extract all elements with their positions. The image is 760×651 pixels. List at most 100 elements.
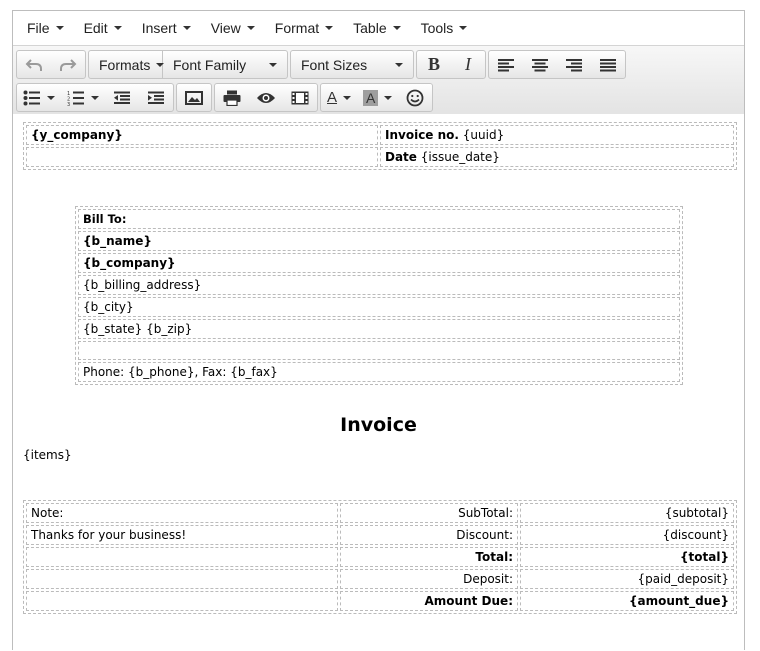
table-row bbox=[78, 341, 680, 360]
menu-label: Format bbox=[274, 20, 320, 36]
b-billing-address-cell[interactable]: {b_billing_address} bbox=[78, 275, 680, 295]
total-value-cell[interactable]: {total} bbox=[520, 547, 734, 567]
subtotal-label-cell[interactable]: SubTotal: bbox=[340, 503, 518, 523]
chevron-down-icon bbox=[47, 95, 55, 100]
text-color-button[interactable]: A bbox=[321, 84, 357, 111]
empty-cell[interactable] bbox=[78, 341, 680, 360]
align-left-button[interactable] bbox=[489, 51, 523, 78]
font-family-dropdown[interactable]: Font Family bbox=[163, 51, 287, 78]
italic-button[interactable]: I bbox=[451, 51, 485, 78]
undo-button[interactable] bbox=[17, 51, 51, 78]
date-cell[interactable]: Date {issue_date} bbox=[380, 147, 734, 167]
chevron-down-icon bbox=[113, 26, 122, 30]
menu-format[interactable]: Format bbox=[265, 13, 343, 43]
discount-label-cell[interactable]: Discount: bbox=[340, 525, 518, 545]
company-cell[interactable]: {y_company} bbox=[26, 125, 378, 145]
bold-button[interactable]: B bbox=[417, 51, 451, 78]
menu-label: Edit bbox=[83, 20, 108, 36]
deposit-value-cell[interactable]: {paid_deposit} bbox=[520, 569, 734, 589]
text-color-icon: A bbox=[327, 88, 338, 106]
outdent-button[interactable] bbox=[105, 84, 139, 111]
list-group: 123 bbox=[16, 83, 174, 112]
menu-tools[interactable]: Tools bbox=[411, 13, 478, 43]
redo-button[interactable] bbox=[51, 51, 85, 78]
phone-fax-cell[interactable]: Phone: {b_phone}, Fax: {b_fax} bbox=[78, 362, 680, 382]
editor-content[interactable]: {y_company} Invoice no. {uuid} Date {iss… bbox=[13, 114, 744, 651]
align-justify-button[interactable] bbox=[591, 51, 625, 78]
menu-view[interactable]: View bbox=[201, 13, 265, 43]
chevron-down-icon bbox=[325, 26, 334, 30]
total-label-cell[interactable]: Total: bbox=[340, 547, 518, 567]
empty-cell[interactable] bbox=[26, 569, 338, 589]
subtotal-value-cell[interactable]: {subtotal} bbox=[520, 503, 734, 523]
preview-button[interactable] bbox=[249, 84, 283, 111]
table-row: {b_state} {b_zip} bbox=[78, 319, 680, 339]
b-company-cell[interactable]: {b_company} bbox=[78, 253, 680, 273]
deposit-label-cell[interactable]: Deposit: bbox=[340, 569, 518, 589]
menu-label: File bbox=[27, 20, 50, 36]
toolbar-row-2: 123 A A bbox=[16, 81, 741, 114]
smiley-icon bbox=[406, 89, 424, 106]
text-color-glyph: A bbox=[327, 88, 338, 106]
table-row: Deposit: {paid_deposit} bbox=[26, 569, 734, 589]
formats-dropdown[interactable]: Formats bbox=[89, 51, 165, 78]
image-icon bbox=[185, 90, 203, 105]
date-value: {issue_date} bbox=[416, 150, 500, 164]
menu-insert[interactable]: Insert bbox=[132, 13, 201, 43]
font-sizes-dropdown[interactable]: Font Sizes bbox=[291, 51, 413, 78]
film-icon bbox=[291, 91, 309, 104]
font-group: Formats Font Family bbox=[88, 50, 288, 79]
menu-edit[interactable]: Edit bbox=[74, 13, 132, 43]
undo-icon bbox=[25, 58, 42, 71]
toolbar-row-1: Formats Font Family Font Sizes B I bbox=[16, 48, 741, 81]
bullet-list-button[interactable] bbox=[17, 84, 61, 111]
amount-due-value-cell[interactable]: {amount_due} bbox=[520, 591, 734, 611]
emoticons-button[interactable] bbox=[398, 84, 432, 111]
bill-to-cell[interactable]: Bill To: bbox=[78, 209, 680, 229]
date-label: Date bbox=[385, 150, 417, 164]
discount-value-cell[interactable]: {discount} bbox=[520, 525, 734, 545]
table-row: Phone: {b_phone}, Fax: {b_fax} bbox=[78, 362, 680, 382]
invoice-no-cell[interactable]: Invoice no. {uuid} bbox=[380, 125, 734, 145]
header-table: {y_company} Invoice no. {uuid} Date {iss… bbox=[23, 122, 737, 170]
table-row: Bill To: bbox=[78, 209, 680, 229]
bill-to-table: Bill To: {b_name} {b_company} {b_billing… bbox=[75, 206, 683, 385]
menu-label: View bbox=[210, 20, 241, 36]
thanks-cell[interactable]: Thanks for your business! bbox=[26, 525, 338, 545]
chevron-down-icon bbox=[269, 62, 277, 67]
items-placeholder: {items} bbox=[23, 448, 72, 462]
b-name-cell[interactable]: {b_name} bbox=[78, 231, 680, 251]
empty-cell[interactable] bbox=[26, 547, 338, 567]
chevron-down-icon bbox=[343, 95, 352, 100]
font-size-group: Font Sizes bbox=[290, 50, 414, 79]
indent-button[interactable] bbox=[139, 84, 173, 111]
empty-cell[interactable] bbox=[26, 147, 378, 167]
chevron-down-icon bbox=[384, 95, 393, 100]
print-group bbox=[214, 83, 318, 112]
menu-label: Tools bbox=[420, 20, 454, 36]
font-family-label: Font Family bbox=[173, 56, 247, 73]
align-center-icon bbox=[532, 58, 548, 71]
table-row: {b_name} bbox=[78, 231, 680, 251]
background-color-button[interactable]: A bbox=[357, 84, 398, 111]
table-row: Note: SubTotal: {subtotal} bbox=[26, 503, 734, 523]
align-right-button[interactable] bbox=[557, 51, 591, 78]
table-row: Total: {total} bbox=[26, 547, 734, 567]
table-row: Amount Due: {amount_due} bbox=[26, 591, 734, 611]
note-cell[interactable]: Note: bbox=[26, 503, 338, 523]
insert-image-button[interactable] bbox=[177, 84, 211, 111]
formats-label: Formats bbox=[99, 56, 151, 73]
background-color-glyph: A bbox=[366, 89, 376, 106]
b-state-zip-cell[interactable]: {b_state} {b_zip} bbox=[78, 319, 680, 339]
invoice-title: Invoice bbox=[340, 414, 417, 436]
print-button[interactable] bbox=[215, 84, 249, 111]
empty-cell[interactable] bbox=[26, 591, 338, 611]
menu-table[interactable]: Table bbox=[343, 13, 410, 43]
align-center-button[interactable] bbox=[523, 51, 557, 78]
b-city-cell[interactable]: {b_city} bbox=[78, 297, 680, 317]
outdent-icon bbox=[114, 91, 130, 104]
insert-media-button[interactable] bbox=[283, 84, 317, 111]
amount-due-label-cell[interactable]: Amount Due: bbox=[340, 591, 518, 611]
numbered-list-button[interactable]: 123 bbox=[61, 84, 105, 111]
menu-file[interactable]: File bbox=[17, 13, 74, 43]
